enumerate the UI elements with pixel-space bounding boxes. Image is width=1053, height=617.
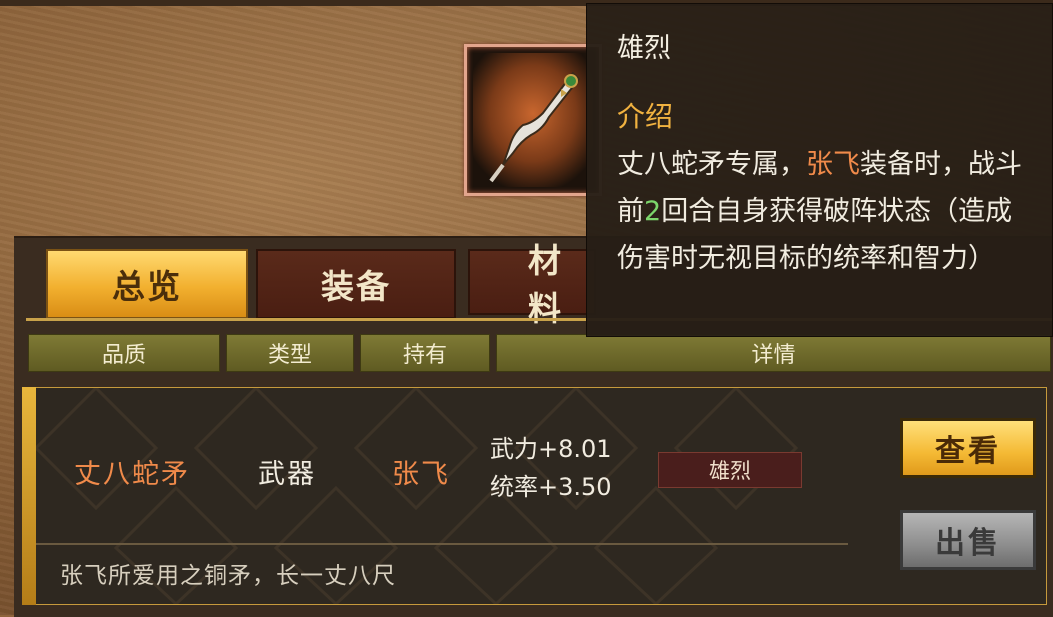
tab-materials[interactable]: 材料: [468, 241, 596, 328]
tab-equipment[interactable]: 装备: [256, 249, 456, 319]
item-holder: 张飞: [392, 459, 450, 490]
tooltip-general-name: 张飞: [806, 149, 860, 180]
column-header-type[interactable]: 类型: [226, 334, 354, 372]
item-type: 武器: [258, 459, 316, 490]
tooltip-round-count: 2: [644, 196, 662, 227]
column-header-quality[interactable]: 品质: [28, 334, 220, 372]
item-name: 丈八蛇矛: [74, 459, 190, 490]
view-button[interactable]: 查看: [900, 418, 1036, 478]
item-icon-frame[interactable]: [464, 44, 602, 196]
stat-command: 统率+3.50: [490, 473, 612, 501]
tab-overview[interactable]: 总览: [46, 249, 248, 319]
column-header-holder[interactable]: 持有: [360, 334, 490, 372]
serpent-spear-icon: [473, 53, 593, 187]
skill-tooltip: 雄烈 介绍 丈八蛇矛专属，张飞装备时，战斗前2回合自身获得破阵状态（造成伤害时无…: [586, 3, 1053, 337]
tooltip-text-part3: 回合自身获得破阵状态（造成伤害时无视目标的统率和智力）: [617, 196, 1013, 274]
column-header-details: 详情: [496, 334, 1051, 372]
sell-button[interactable]: 出售: [900, 510, 1036, 570]
tooltip-text-part1: 丈八蛇矛专属，: [617, 149, 806, 180]
tooltip-text: 丈八蛇矛专属，张飞装备时，战斗前2回合自身获得破阵状态（造成伤害时无视目标的统率…: [617, 141, 1027, 282]
row-divider: [36, 543, 848, 545]
stat-force: 武力+8.01: [490, 435, 612, 463]
item-stats: 武力+8.01 统率+3.50: [490, 430, 612, 506]
row-accent: [22, 387, 36, 605]
tooltip-title: 雄烈: [617, 33, 671, 64]
tooltip-heading: 介绍: [617, 100, 674, 133]
item-description: 张飞所爱用之铜矛，长一丈八尺: [60, 563, 396, 589]
skill-badge[interactable]: 雄烈: [658, 452, 802, 488]
